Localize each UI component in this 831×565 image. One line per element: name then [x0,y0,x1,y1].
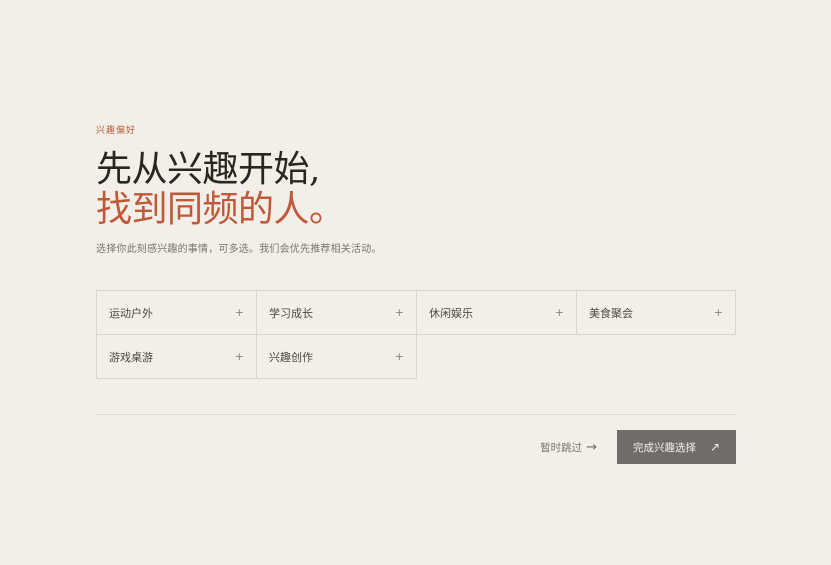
interest-tile-leisure-entertainment[interactable]: 休闲娱乐 + [416,290,577,335]
interest-tile-creative-hobbies[interactable]: 兴趣创作 + [256,334,417,379]
arrow-right-icon: → [586,439,597,455]
complete-selection-button[interactable]: 完成兴趣选择 ↗ [617,430,736,464]
interest-label: 美食聚会 [589,306,633,320]
interest-label: 兴趣创作 [269,350,313,364]
plus-icon: + [234,306,244,319]
interest-grid: 运动户外 + 学习成长 + 休闲娱乐 + 美食聚会 + 游戏桌游 + 兴趣创作 … [96,290,736,379]
skip-link[interactable]: 暂时跳过 → [540,440,597,455]
page-subtitle: 选择你此刻感兴趣的事情，可多选。我们会优先推荐相关活动。 [96,244,382,255]
footer-divider [96,414,736,415]
plus-icon: + [554,306,564,319]
interest-tile-board-games[interactable]: 游戏桌游 + [96,334,257,379]
headline-line-2: 找到同频的人。 [96,189,345,230]
arrow-up-right-icon: ↗ [709,440,720,454]
interest-tile-outdoor-sports[interactable]: 运动户外 + [96,290,257,335]
skip-label: 暂时跳过 [540,441,583,454]
interest-label: 休闲娱乐 [429,306,473,320]
interest-onboarding-page: 兴趣偏好 先从兴趣开始, 找到同频的人。 选择你此刻感兴趣的事情，可多选。我们会… [96,0,736,565]
plus-icon: + [713,306,723,319]
plus-icon: + [234,350,244,363]
plus-icon: + [394,306,404,319]
interest-tile-learning-growth[interactable]: 学习成长 + [256,290,417,335]
section-eyebrow: 兴趣偏好 [96,126,137,136]
interest-label: 运动户外 [109,306,153,320]
page-headline: 先从兴趣开始, 找到同频的人。 [96,150,345,230]
complete-button-label: 完成兴趣选择 [633,441,696,454]
interest-label: 学习成长 [269,306,313,320]
plus-icon: + [394,350,404,363]
interest-tile-food-gatherings[interactable]: 美食聚会 + [576,290,736,335]
headline-line-1: 先从兴趣开始, [96,149,320,190]
interest-label: 游戏桌游 [109,350,153,364]
action-bar: 暂时跳过 → 完成兴趣选择 ↗ [540,430,736,464]
